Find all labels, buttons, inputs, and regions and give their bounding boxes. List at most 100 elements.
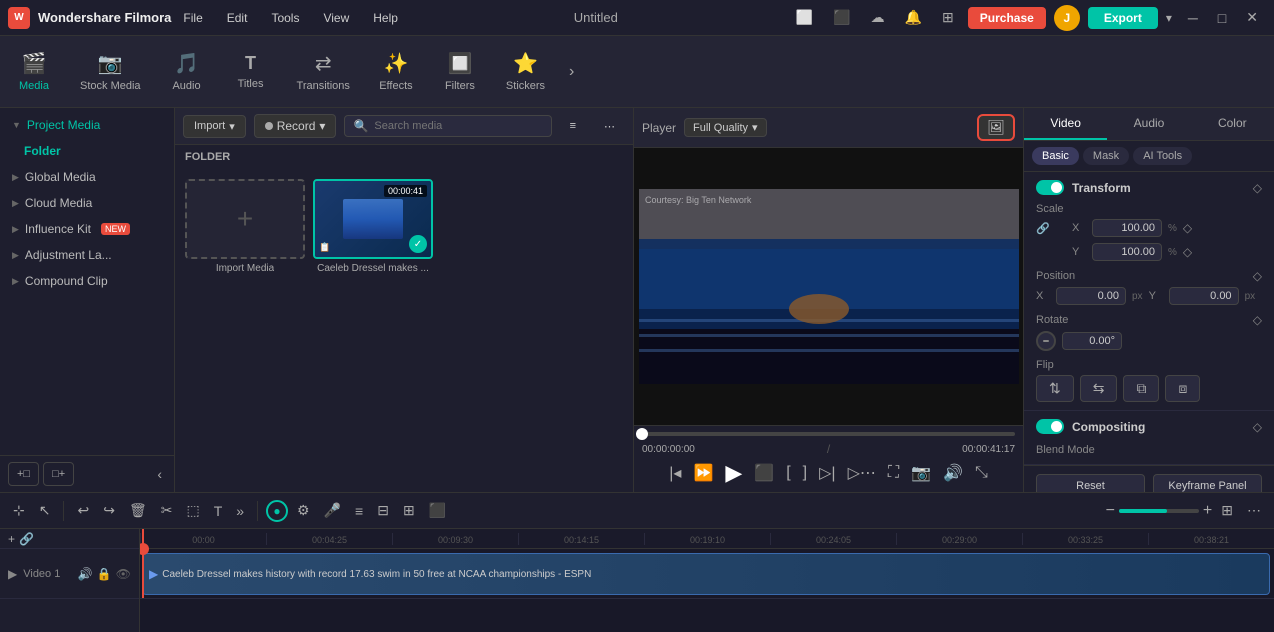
compositing-toggle[interactable] xyxy=(1036,419,1064,434)
flip-copy-h-button[interactable]: ⧉ xyxy=(1123,375,1159,402)
add-media-thumb[interactable]: + xyxy=(185,179,305,259)
zoom-in-button[interactable]: + xyxy=(1203,502,1212,520)
mark-in-button[interactable]: [ xyxy=(786,464,790,482)
toolbar-effects[interactable]: ✨ Effects xyxy=(366,43,426,100)
scale-x-keyframe-icon[interactable]: ◇ xyxy=(1183,221,1192,235)
stop-button[interactable]: ⬛ xyxy=(754,463,774,483)
append-button[interactable]: ▷⋯ xyxy=(848,463,876,483)
bell-icon-btn[interactable]: 🔔 xyxy=(899,7,928,28)
tl-crop-button[interactable]: ⬚ xyxy=(181,499,204,522)
tl-audio2-button[interactable]: ≡ xyxy=(350,500,368,522)
camera-button[interactable]: 📷 xyxy=(911,463,931,483)
scale-x-input[interactable] xyxy=(1092,219,1162,237)
tl-cut-button[interactable]: ✂ xyxy=(156,499,178,522)
transform-toggle[interactable] xyxy=(1036,180,1064,195)
user-avatar[interactable]: J xyxy=(1054,5,1080,31)
sidebar-item-compound-clip[interactable]: ▶ Compound Clip xyxy=(0,268,174,294)
tl-record-button[interactable]: ● xyxy=(266,500,288,522)
flip-vertical-button[interactable]: ⇆ xyxy=(1080,375,1118,402)
track-visible-button[interactable]: 👁 xyxy=(116,567,131,581)
flip-horizontal-button[interactable]: ⇅ xyxy=(1036,375,1074,402)
speed-button[interactable]: ⏩ xyxy=(693,463,713,483)
quality-selector[interactable]: Full Quality ▾ xyxy=(684,118,767,137)
position-x-input[interactable] xyxy=(1056,287,1126,305)
prev-frame-button[interactable]: |◂ xyxy=(669,463,681,483)
purchase-button[interactable]: Purchase xyxy=(968,7,1046,29)
tl-delete-button[interactable]: 🗑 xyxy=(124,499,152,522)
toolbar-stock[interactable]: 📷 Stock Media xyxy=(68,43,153,100)
toolbar-media[interactable]: 🎬 Media xyxy=(4,43,64,100)
transform-keyframe-icon[interactable]: ◇ xyxy=(1253,181,1262,195)
preview-progress-bar[interactable] xyxy=(642,432,1015,436)
tl-settings-button[interactable]: ⚙ xyxy=(292,499,315,522)
gpu-icon-btn[interactable]: ⬜ xyxy=(790,7,819,28)
add-folder-button[interactable]: +□ xyxy=(8,462,39,486)
zoom-out-button[interactable]: − xyxy=(1106,502,1115,520)
subtab-ai-tools[interactable]: AI Tools xyxy=(1133,147,1192,165)
menu-tools[interactable]: Tools xyxy=(267,9,303,27)
insert-button[interactable]: ▷| xyxy=(819,463,835,483)
minimize-button[interactable]: ─ xyxy=(1180,7,1206,28)
tl-undo-button[interactable]: ↩ xyxy=(72,499,94,522)
sidebar-item-global-media[interactable]: ▶ Global Media xyxy=(0,164,174,190)
fullscreen-button[interactable]: ⛶ xyxy=(888,464,899,482)
scale-y-input[interactable] xyxy=(1092,243,1162,261)
add-media-item[interactable]: + Import Media xyxy=(185,179,305,274)
flip-copy-v-button[interactable]: ⧈ xyxy=(1165,375,1200,402)
clip-media-item[interactable]: 00:00:41 📋 ✓ Caeleb Dressel makes ... xyxy=(313,179,433,274)
more-options-button[interactable]: ⋯ xyxy=(594,116,625,137)
compositing-keyframe-icon[interactable]: ◇ xyxy=(1253,420,1262,434)
tl-split-button[interactable]: ⊟ xyxy=(372,499,394,522)
tl-layout-button[interactable]: ⊞ xyxy=(1216,499,1238,522)
cloud-icon-btn[interactable]: ☁ xyxy=(865,7,891,28)
tab-video[interactable]: Video xyxy=(1024,108,1107,140)
new-folder-button[interactable]: □+ xyxy=(43,462,74,486)
rotate-input[interactable] xyxy=(1062,332,1122,350)
position-y-input[interactable] xyxy=(1169,287,1239,305)
menu-edit[interactable]: Edit xyxy=(223,9,252,27)
export-button[interactable]: Export xyxy=(1088,7,1158,29)
mark-out-button[interactable]: ] xyxy=(803,464,807,482)
clip-thumb[interactable]: 00:00:41 📋 ✓ xyxy=(313,179,433,259)
play-button[interactable]: ▶ xyxy=(725,460,742,486)
sidebar-collapse-button[interactable]: ‹ xyxy=(153,462,166,486)
volume-button[interactable]: 🔊 xyxy=(943,463,963,483)
menu-help[interactable]: Help xyxy=(369,9,402,27)
maximize-button[interactable]: □ xyxy=(1210,7,1234,28)
subtab-mask[interactable]: Mask xyxy=(1083,147,1129,165)
tl-audio-button[interactable]: 🎤 xyxy=(319,499,346,522)
position-keyframe-icon[interactable]: ◇ xyxy=(1253,269,1262,283)
subtab-basic[interactable]: Basic xyxy=(1032,147,1079,165)
menu-file[interactable]: File xyxy=(179,9,206,27)
add-track-button[interactable]: + xyxy=(8,532,15,546)
toolbar-filters[interactable]: 🔲 Filters xyxy=(430,43,490,100)
tl-pip-button[interactable]: ⬛ xyxy=(424,499,451,522)
tl-more-button[interactable]: ⋯ xyxy=(1242,499,1266,522)
sidebar-item-project-media[interactable]: ▼ Project Media xyxy=(0,112,174,138)
scale-y-keyframe-icon[interactable]: ◇ xyxy=(1183,245,1192,259)
sidebar-item-influence-kit[interactable]: ▶ Influence Kit NEW xyxy=(0,216,174,242)
timeline-icon-btn[interactable]: ⬛ xyxy=(827,7,856,28)
rotate-wheel[interactable] xyxy=(1036,331,1056,351)
video-clip[interactable]: ▶ Caeleb Dressel makes history with reco… xyxy=(142,553,1270,595)
tl-group-button[interactable]: ⊞ xyxy=(398,499,420,522)
tl-move-button[interactable]: ↖ xyxy=(34,499,56,522)
snapshot-button[interactable]: 🖼 xyxy=(977,114,1015,141)
export-expand-icon[interactable]: ▾ xyxy=(1166,11,1172,25)
toolbar-transitions[interactable]: ⇄ Transitions xyxy=(285,43,362,100)
toolbar-titles[interactable]: T Titles xyxy=(221,45,281,98)
track-lock-button[interactable]: 🔒 xyxy=(97,567,112,581)
track-volume-button[interactable]: 🔊 xyxy=(78,567,93,581)
tab-color[interactable]: Color xyxy=(1191,108,1274,140)
import-button[interactable]: Import ▾ xyxy=(183,115,246,138)
progress-thumb[interactable] xyxy=(636,428,648,440)
keyframe-panel-button[interactable]: Keyframe Panel xyxy=(1153,474,1262,492)
search-input[interactable] xyxy=(374,120,542,132)
sidebar-item-adjustment[interactable]: ▶ Adjustment La... xyxy=(0,242,174,268)
sidebar-item-cloud-media[interactable]: ▶ Cloud Media xyxy=(0,190,174,216)
tl-select-button[interactable]: ⊹ xyxy=(8,499,30,522)
tab-audio[interactable]: Audio xyxy=(1107,108,1190,140)
reset-button[interactable]: Reset xyxy=(1036,474,1145,492)
filter-button[interactable]: ≡ xyxy=(560,116,586,136)
toolbar-expand-button[interactable]: › xyxy=(561,55,582,89)
